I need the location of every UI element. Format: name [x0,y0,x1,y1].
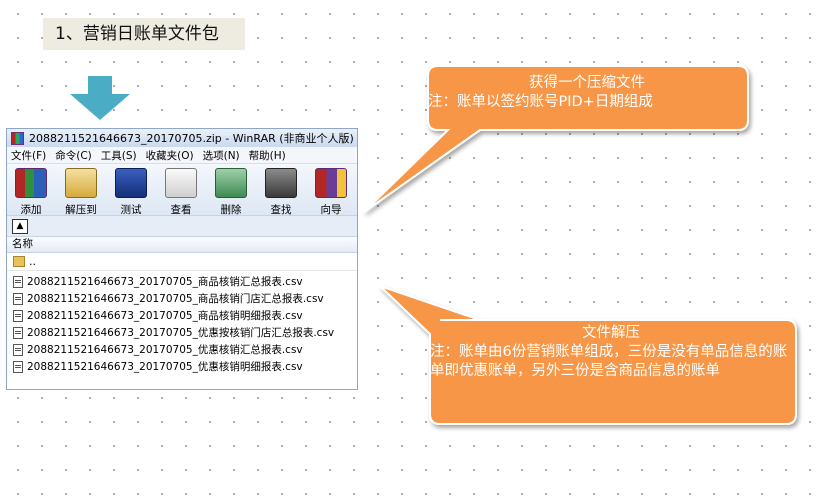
extract-to-button[interactable]: 解压到 [61,168,101,217]
file-row[interactable]: 2088211521646673_20170705_优惠核销明细报表.csv [7,358,357,375]
file-name: 2088211521646673_20170705_优惠核销汇总报表.csv [27,344,303,356]
file-list: 2088211521646673_20170705_商品核销汇总报表.csv 2… [7,271,357,375]
file-row[interactable]: 2088211521646673_20170705_商品核销门店汇总报表.csv [7,290,357,307]
test-label: 测试 [120,204,142,216]
test-button[interactable]: 测试 [111,168,151,217]
csv-file-icon [13,326,23,339]
test-archive-icon [115,168,147,198]
wizard-button[interactable]: 向导 [311,168,351,217]
callout-bottom-title: 文件解压 [582,325,640,341]
add-label: 添加 [20,204,42,216]
csv-file-icon [13,360,23,373]
menu-tools[interactable]: 工具(S) [101,148,137,163]
navigation-bar: ▲ [7,216,357,237]
wizard-label: 向导 [320,204,342,216]
window-title: 2088211521646673_20170705.zip - WinRAR (… [29,132,354,145]
callout-top-title: 获得一个压缩文件 [529,75,645,91]
slide-heading: 1、营销日账单文件包 [43,18,245,50]
menu-options[interactable]: 选项(N) [203,148,240,163]
file-row[interactable]: 2088211521646673_20170705_优惠按核销门店汇总报表.cs… [7,324,357,341]
delete-button[interactable]: 删除 [211,168,251,217]
wizard-icon [315,168,347,198]
menu-commands[interactable]: 命令(C) [55,148,92,163]
callout-top: 获得一个压缩文件 注：账单以签约账号PID+日期组成 [428,74,746,112]
delete-label: 删除 [220,204,242,216]
parent-directory-label: .. [29,255,36,268]
column-header-name[interactable]: 名称 [7,237,357,253]
window-titlebar[interactable]: 2088211521646673_20170705.zip - WinRAR (… [7,129,357,147]
file-name: 2088211521646673_20170705_优惠按核销门店汇总报表.cs… [27,327,335,339]
menu-bar: 文件(F) 命令(C) 工具(S) 收藏夹(O) 选项(N) 帮助(H) [7,147,357,164]
csv-file-icon [13,309,23,322]
down-arrow-icon [70,76,130,120]
winrar-window: 2088211521646673_20170705.zip - WinRAR (… [6,128,358,390]
winrar-app-icon [11,131,24,145]
find-binoculars-icon [265,168,297,198]
toolbar: 添加 解压到 测试 查看 删除 查找 向导 [7,164,357,216]
csv-file-icon [13,292,23,305]
callout-top-note: 注：账单以签约账号PID+日期组成 [428,94,653,110]
delete-recycle-icon [215,168,247,198]
archive-add-icon [15,168,47,198]
menu-help[interactable]: 帮助(H) [249,148,286,163]
extract-to-label: 解压到 [65,204,97,216]
file-row[interactable]: 2088211521646673_20170705_优惠核销汇总报表.csv [7,341,357,358]
view-label: 查看 [170,204,192,216]
file-name: 2088211521646673_20170705_商品核销明细报表.csv [27,310,303,322]
view-button[interactable]: 查看 [161,168,201,217]
file-name: 2088211521646673_20170705_商品核销门店汇总报表.csv [27,293,324,305]
find-label: 查找 [270,204,292,216]
callout-bottom: 文件解压 注：账单由6份营销账单组成，三份是没有单品信息的账单即优惠账单，另外三… [430,324,792,381]
csv-file-icon [13,343,23,356]
up-folder-icon[interactable]: ▲ [12,218,28,234]
callout-bottom-note: 注：账单由6份营销账单组成，三份是没有单品信息的账单即优惠账单，另外三份是含商品… [430,344,788,379]
csv-file-icon [13,275,23,288]
parent-directory-row[interactable]: .. [7,253,357,271]
file-row[interactable]: 2088211521646673_20170705_商品核销汇总报表.csv [7,273,357,290]
file-name: 2088211521646673_20170705_优惠核销明细报表.csv [27,361,303,373]
find-button[interactable]: 查找 [261,168,301,217]
menu-file[interactable]: 文件(F) [11,148,46,163]
extract-to-icon [65,168,97,198]
file-row[interactable]: 2088211521646673_20170705_商品核销明细报表.csv [7,307,357,324]
view-glasses-icon [165,168,197,198]
folder-icon [13,256,25,267]
file-name: 2088211521646673_20170705_商品核销汇总报表.csv [27,276,303,288]
add-button[interactable]: 添加 [11,168,51,217]
menu-favorites[interactable]: 收藏夹(O) [146,148,194,163]
